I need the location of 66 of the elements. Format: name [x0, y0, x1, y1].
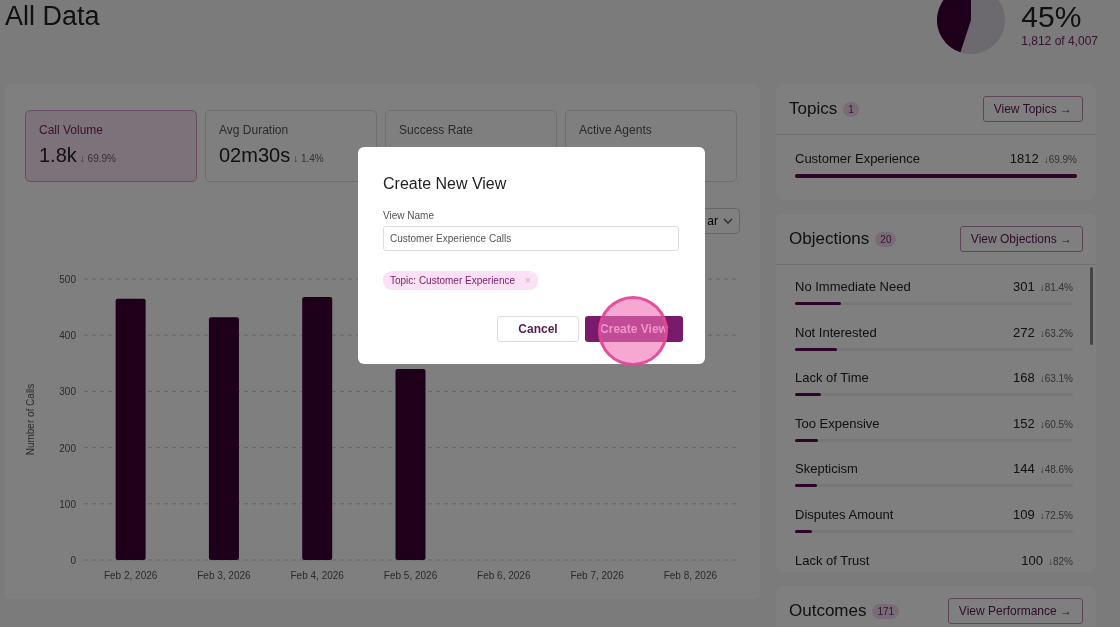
metric-value: 1.8k — [39, 144, 77, 167]
y-tick-label: 500 — [59, 274, 76, 285]
topic-name: Customer Experience — [795, 151, 921, 166]
objection-name: Not Interested — [795, 324, 878, 340]
scrollbar[interactable] — [1090, 267, 1093, 345]
card-title: Topics — [789, 99, 838, 119]
metric-label: Avg Duration — [219, 123, 290, 137]
objection-name: Too Expensive — [795, 415, 881, 431]
count-badge: 20 — [875, 231, 897, 247]
view-name-input[interactable]: Customer Experience Calls — [383, 226, 679, 251]
objection-count: 144 — [1012, 461, 1035, 477]
x-tick-label: Feb 3, 2026 — [197, 570, 251, 581]
page-title: All Data — [4, 0, 100, 33]
objection-change: ↓72.5% — [1039, 509, 1073, 521]
pie-chart — [937, 0, 1006, 54]
view-performance-button[interactable]: View Performance → — [947, 598, 1083, 624]
x-tick-label: Feb 2, 2026 — [103, 570, 158, 581]
y-tick-label: 200 — [59, 442, 76, 454]
objection-change: ↓48.6% — [1039, 464, 1073, 476]
objection-change: ↓81.4% — [1039, 282, 1073, 293]
objection-change: ↓82% — [1048, 555, 1073, 567]
card-title: Outcomes — [789, 601, 867, 621]
field-label: View Name — [383, 210, 435, 221]
y-tick-label: 100 — [59, 498, 76, 510]
card-title: Objections — [789, 229, 870, 249]
count-summary: 1,812 of 4,007 — [1021, 34, 1098, 48]
view-objections-button[interactable]: View Objections → — [959, 226, 1083, 252]
count-badge: 1 — [843, 101, 859, 117]
objection-name: Skepticism — [795, 461, 859, 477]
metric-value: 02m30s — [219, 144, 291, 167]
metric-label: Success Rate — [399, 123, 475, 137]
x-tick-label: Feb 4, 2026 — [290, 570, 344, 581]
metric-card[interactable]: Call Volume 1.8k↓ 69.9% — [25, 110, 197, 182]
objection-change: ↓60.5% — [1039, 418, 1073, 430]
objection-name: Lack of Time — [795, 370, 870, 386]
view-topics-button[interactable]: View Topics → — [982, 96, 1083, 122]
topic-change: ↓69.9% — [1043, 154, 1077, 165]
y-tick-label: 400 — [59, 330, 76, 342]
chevron-down-icon — [723, 218, 733, 224]
objection-name: Lack of Trust — [795, 552, 871, 568]
objection-name: No Immediate Need — [795, 279, 912, 294]
objection-count: 301 — [1012, 279, 1035, 294]
topic-count: 1812 — [1009, 151, 1039, 166]
objection-count: 152 — [1012, 415, 1035, 431]
x-tick-label: Feb 8, 2026 — [663, 570, 718, 581]
metric-change: ↓ 1.4% — [293, 153, 324, 164]
percent-value: 45% — [1021, 0, 1083, 34]
y-axis-label: Number of Calls — [25, 383, 36, 456]
x-tick-label: Feb 5, 2026 — [383, 570, 438, 581]
objection-count: 272 — [1012, 324, 1035, 340]
cancel-button[interactable]: Cancel — [497, 316, 579, 342]
tag-label: Topic: Customer Experience — [390, 275, 516, 286]
objection-change: ↓63.2% — [1039, 327, 1073, 339]
metric-change: ↓ 69.9% — [79, 153, 116, 164]
x-tick-label: Feb 7, 2026 — [570, 570, 624, 581]
y-tick-label: 0 — [70, 555, 76, 566]
x-tick-label: Feb 6, 2026 — [477, 570, 531, 581]
objection-change: ↓63.1% — [1039, 373, 1073, 385]
y-tick-label: 300 — [59, 386, 76, 398]
count-badge: 171 — [872, 603, 900, 619]
objection-count: 168 — [1012, 370, 1035, 386]
objection-name: Disputes Amount — [795, 506, 895, 522]
metric-label: Active Agents — [579, 123, 653, 137]
objection-count: 100 — [1021, 552, 1043, 568]
metric-label: Call Volume — [39, 123, 105, 137]
objection-count: 109 — [1012, 506, 1035, 522]
